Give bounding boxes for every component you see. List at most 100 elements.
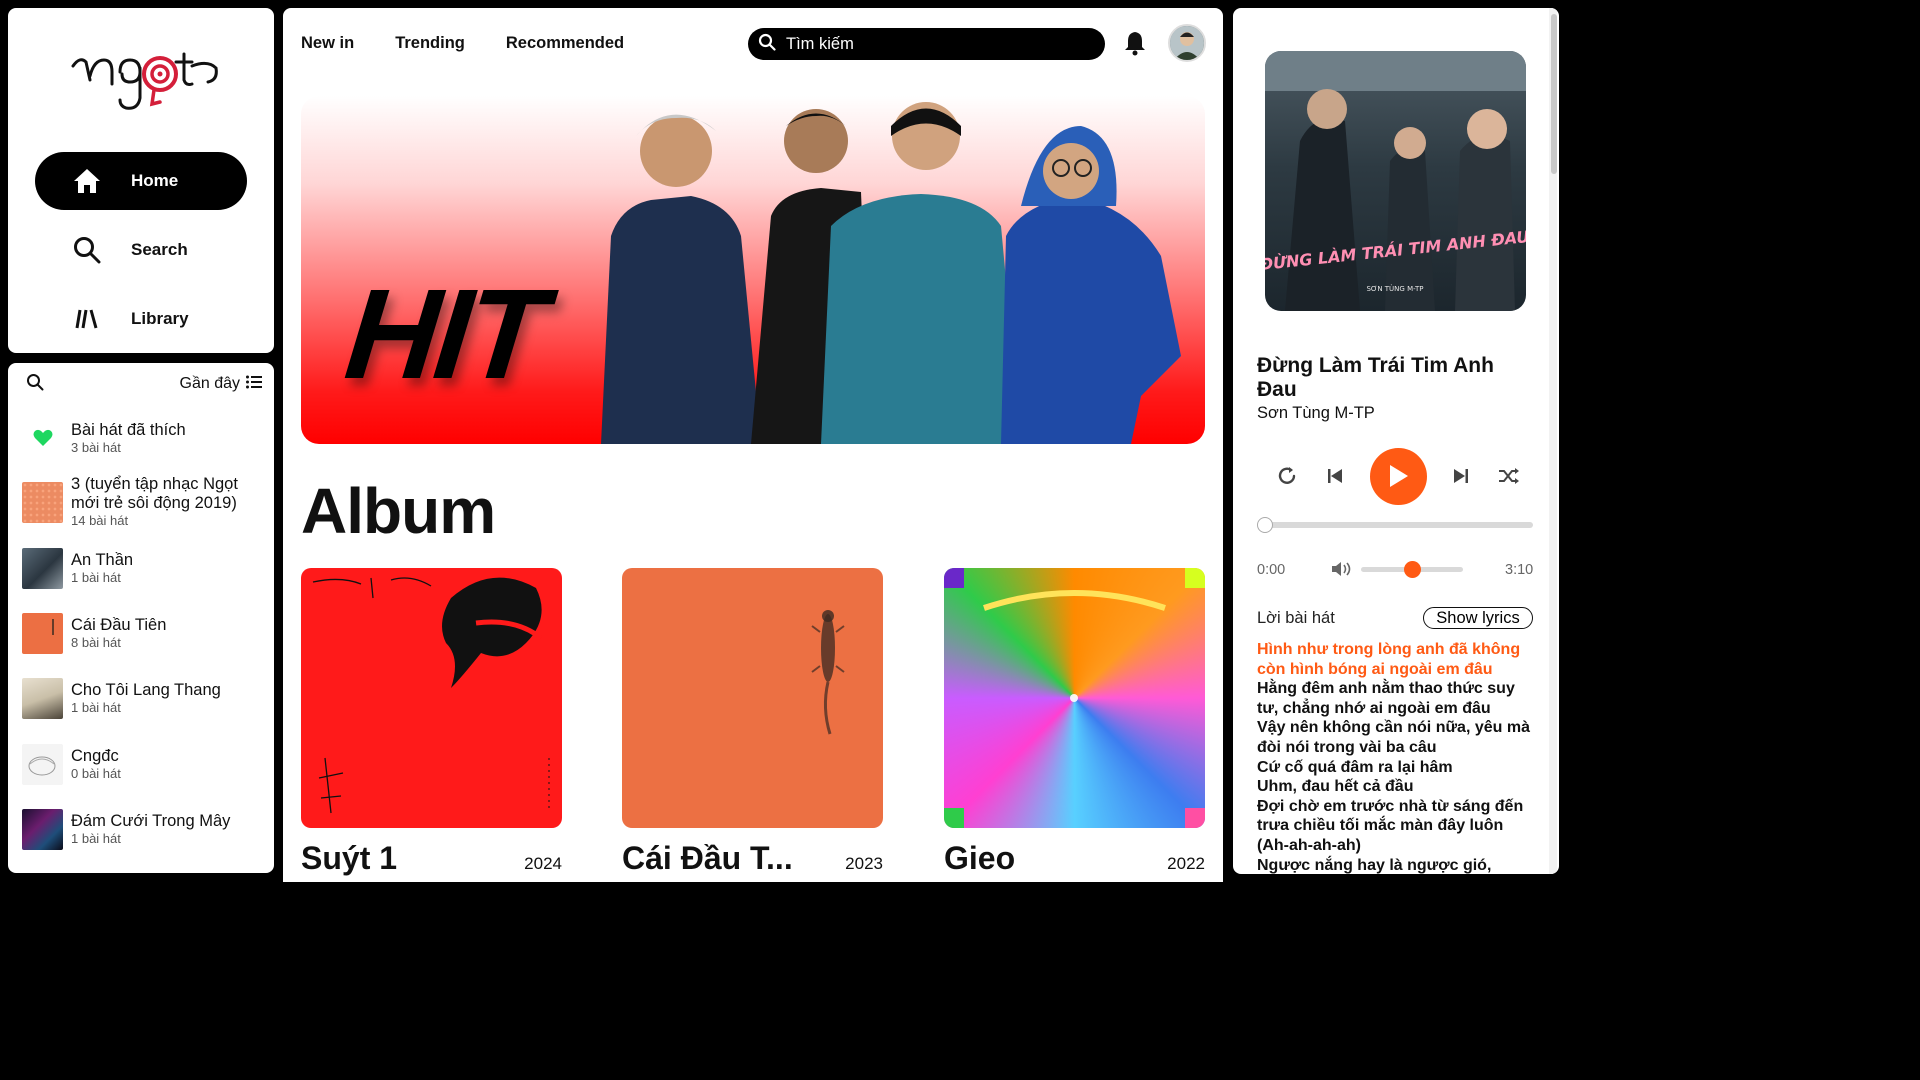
album-cover[interactable] bbox=[622, 568, 883, 828]
library-item-count: 0 bài hát bbox=[71, 765, 121, 781]
show-lyrics-button[interactable]: Show lyrics bbox=[1423, 607, 1533, 629]
lyrics-label: Lời bài hát bbox=[1257, 609, 1335, 627]
album-card-cai-dau-tien[interactable]: Cái Đầu T... 2023 bbox=[622, 568, 883, 877]
lyric-line: Đợi chờ em trước nhà từ sáng đến trưa ch… bbox=[1257, 797, 1524, 835]
user-avatar[interactable] bbox=[1168, 24, 1206, 62]
album-thumb bbox=[22, 547, 63, 589]
library-item-liked[interactable]: Bài hát đã thích 3 bài hát bbox=[22, 413, 266, 463]
total-time: 3:10 bbox=[1505, 562, 1534, 578]
album-thumb bbox=[22, 481, 63, 523]
album-year: 2023 bbox=[845, 854, 883, 873]
hero-title: HIT bbox=[339, 263, 549, 406]
album-thumb bbox=[22, 808, 63, 850]
album-name: Gieo bbox=[944, 840, 1016, 876]
playback-progress-bar[interactable] bbox=[1257, 517, 1533, 533]
nav-item-home[interactable]: Home bbox=[35, 152, 247, 210]
library-item-dam-cuoi-trong-may[interactable]: Đám Cưới Trong Mây 1 bài hát bbox=[22, 804, 266, 854]
volume-icon[interactable] bbox=[1331, 560, 1353, 583]
hero-banner[interactable]: HIT bbox=[301, 96, 1205, 444]
home-icon bbox=[69, 163, 105, 199]
next-icon[interactable] bbox=[1447, 462, 1475, 490]
library-item-cngdc[interactable]: Cngđc 0 bài hát bbox=[22, 739, 266, 789]
now-playing-panel: ĐỪNG LÀM TRÁI TIM ANH ĐAU SƠN TÙNG M-TP … bbox=[1233, 8, 1559, 874]
album-card-gieo[interactable]: Gieo 2022 bbox=[944, 568, 1205, 877]
library-item-count: 8 bài hát bbox=[71, 634, 121, 650]
library-item-cho-toi-lang-thang[interactable]: Cho Tôi Lang Thang 1 bài hát bbox=[22, 673, 266, 723]
tab-trending[interactable]: Trending bbox=[395, 34, 465, 53]
library-item-cai-dau-tien[interactable]: Cái Đầu Tiên 8 bài hát bbox=[22, 608, 266, 658]
repeat-icon[interactable] bbox=[1273, 462, 1301, 490]
library-sort-button[interactable]: Gần đây bbox=[180, 375, 262, 394]
volume-knob[interactable] bbox=[1403, 561, 1421, 578]
nav-panel: Home Search Library bbox=[8, 8, 274, 353]
lyric-line: Cứ cố quá đâm ra lại hâm bbox=[1257, 758, 1453, 776]
now-playing-title: Đừng Làm Trái Tim Anh Đau bbox=[1257, 354, 1494, 401]
library-item-title: Bài hát đã thích bbox=[71, 420, 186, 439]
album-thumb bbox=[22, 612, 63, 654]
bell-icon[interactable] bbox=[1123, 30, 1147, 61]
library-item-count: 14 bài hát bbox=[71, 513, 129, 528]
album-cover[interactable] bbox=[944, 568, 1205, 828]
tab-recommended[interactable]: Recommended bbox=[506, 34, 624, 53]
library-item-count: 3 bài hát bbox=[71, 439, 121, 455]
volume-slider[interactable] bbox=[1361, 561, 1463, 578]
player-scrollbar-thumb[interactable] bbox=[1551, 14, 1557, 174]
library-panel: Gần đây Bài hát đã thích 3 bài hát 3 (tu… bbox=[8, 363, 274, 873]
nav-label-home: Home bbox=[131, 171, 179, 190]
library-item-album-3[interactable]: 3 (tuyển tập nhạc Ngọt mới trẻ sôi động … bbox=[22, 475, 266, 528]
nav-label-search: Search bbox=[131, 240, 188, 259]
library-item-count: 1 bài hát bbox=[71, 569, 121, 585]
album-card-suyt-1[interactable]: Suýt 1 2024 bbox=[301, 568, 562, 877]
library-item-title: Cngđc bbox=[71, 746, 119, 765]
library-sort-label: Gần đây bbox=[179, 375, 240, 392]
album-name: Suýt 1 bbox=[301, 840, 398, 876]
search-bar[interactable] bbox=[748, 28, 1105, 60]
lyric-line: Vậy nên không cần nói nữa, yêu mà đòi nó… bbox=[1257, 719, 1530, 756]
shuffle-icon[interactable] bbox=[1495, 462, 1523, 490]
play-icon bbox=[1390, 465, 1408, 487]
now-playing-artist[interactable]: Sơn Tùng M-TP bbox=[1257, 404, 1375, 423]
album-year: 2024 bbox=[524, 854, 562, 873]
current-time: 0:00 bbox=[1257, 562, 1286, 578]
library-item-title: Cho Tôi Lang Thang bbox=[71, 680, 221, 699]
album-thumb bbox=[22, 677, 63, 719]
heart-icon bbox=[22, 418, 63, 459]
nav-item-library[interactable]: Library bbox=[35, 290, 247, 348]
lyric-line: Uhm, đau hết cả đầu bbox=[1257, 778, 1414, 796]
top-tabs: New in Trending Recommended bbox=[301, 34, 624, 53]
library-search-icon[interactable] bbox=[26, 373, 44, 396]
main-panel: New in Trending Recommended Tìm kiếm HIT… bbox=[283, 8, 1223, 882]
nav-label-library: Library bbox=[131, 309, 189, 328]
library-item-an-than[interactable]: An Thần 1 bài hát bbox=[22, 543, 266, 593]
lyric-line: Hằng đêm anh nằm thao thức suy tư, chẳng… bbox=[1257, 680, 1515, 717]
library-icon bbox=[69, 301, 105, 337]
album-name: Cái Đầu T... bbox=[622, 840, 793, 876]
play-button[interactable] bbox=[1369, 447, 1427, 505]
search-input[interactable] bbox=[786, 34, 1066, 54]
lyric-line: Ngược nắng hay là ngược gió, bbox=[1257, 856, 1492, 874]
library-item-count: 1 bài hát bbox=[71, 699, 121, 715]
cover-artist-text: SƠN TÙNG M-TP bbox=[1366, 284, 1423, 293]
list-icon bbox=[246, 375, 262, 394]
search-icon bbox=[69, 232, 105, 268]
album-cover[interactable] bbox=[301, 568, 562, 828]
progress-knob[interactable] bbox=[1257, 517, 1273, 533]
lyric-line: Hình như trong lòng anh đã không còn hìn… bbox=[1257, 641, 1521, 678]
lyrics-text: Hình như trong lòng anh đã không còn hìn… bbox=[1257, 640, 1539, 874]
library-item-title: An Thần bbox=[71, 550, 134, 569]
now-playing-cover: ĐỪNG LÀM TRÁI TIM ANH ĐAU SƠN TÙNG M-TP bbox=[1265, 51, 1526, 311]
album-year: 2022 bbox=[1167, 854, 1205, 873]
album-thumb bbox=[22, 743, 63, 785]
library-item-count: 1 bài hát bbox=[71, 830, 121, 846]
search-icon bbox=[758, 33, 776, 56]
library-header: Gần đây bbox=[26, 373, 262, 395]
previous-icon[interactable] bbox=[1321, 462, 1349, 490]
ngot-logo[interactable] bbox=[68, 46, 228, 126]
album-section-title: Album bbox=[301, 475, 496, 547]
app-window: Home Search Library Gần đây Bài hát đã t… bbox=[0, 0, 1568, 882]
library-item-title: 3 (tuyển tập nhạc Ngọt mới trẻ sôi động … bbox=[71, 475, 238, 512]
tab-new-in[interactable]: New in bbox=[301, 34, 354, 53]
nav-item-search[interactable]: Search bbox=[35, 221, 247, 279]
playback-controls bbox=[1273, 447, 1523, 505]
library-item-title: Cái Đầu Tiên bbox=[71, 615, 167, 634]
